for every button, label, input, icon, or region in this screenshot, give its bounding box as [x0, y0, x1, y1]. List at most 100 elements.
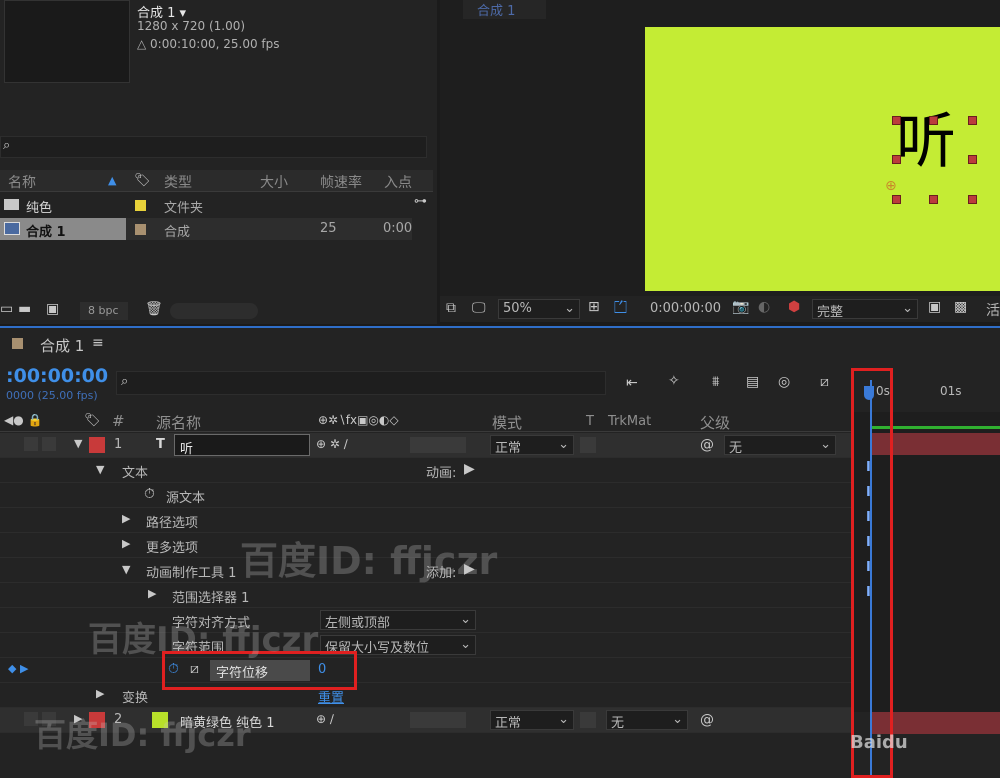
layer-switches-icons[interactable]: ⊕ ∕	[316, 712, 334, 726]
motion-blur-icon[interactable]: ◎	[778, 374, 790, 390]
switch-cells[interactable]	[410, 437, 466, 453]
path-options-row[interactable]: ▶ 路径选项	[0, 508, 852, 533]
char-range-row[interactable]: 字符范围 保留大小写及数位 ⌄	[0, 633, 852, 658]
bbox-handle[interactable]	[892, 195, 901, 204]
transparency-grid-icon[interactable]: ▩	[954, 299, 967, 315]
audio-toggle[interactable]	[42, 712, 56, 726]
col-source-name[interactable]: 源名称	[156, 412, 201, 433]
layer-row-2[interactable]: ▶ 2 暗黄绿色 纯色 1 ⊕ ∕ 正常 ⌄ 无 ⌄ @	[0, 708, 852, 733]
layer-label-swatch[interactable]	[89, 437, 105, 453]
mask-visibility-icon[interactable]: ⏍	[614, 298, 627, 318]
thumbnail-size-slider[interactable]	[170, 303, 258, 319]
expand-arrow-icon[interactable]: ▶	[74, 712, 82, 725]
draft-3d-icon[interactable]: ✧	[668, 373, 680, 389]
bbox-handle[interactable]	[968, 116, 977, 125]
char-align-row[interactable]: 字符对齐方式 左侧或顶部 ⌄	[0, 608, 852, 633]
region-of-interest-icon[interactable]: ▣	[928, 299, 941, 315]
transform-row[interactable]: ▶ 变换 重置	[0, 683, 852, 708]
label-color-swatch[interactable]	[135, 224, 146, 235]
shy-layers-icon[interactable]: ⩩	[712, 374, 719, 390]
viewer-timecode[interactable]: 0:00:00:00	[650, 301, 721, 316]
label-tag-icon[interactable]: 🏷	[84, 413, 101, 428]
pick-whip-icon[interactable]: @	[700, 437, 714, 453]
expand-arrow-icon[interactable]: ▶	[122, 537, 130, 550]
bbox-handle[interactable]	[892, 116, 901, 125]
layer-switches-icons[interactable]: ⊕ ✲ ∕	[316, 437, 348, 451]
resolution-select[interactable]: 完整 ⌄	[812, 299, 918, 320]
new-folder-icon[interactable]: ▬	[18, 301, 31, 317]
animate-menu-icon[interactable]: ▶	[464, 461, 475, 477]
frame-blending-icon[interactable]: ▤	[746, 374, 759, 390]
bpc-button[interactable]: 8 bpc	[80, 302, 128, 320]
bbox-handle[interactable]	[929, 116, 938, 125]
range-selector-row[interactable]: ▶ 范围选择器 1	[0, 583, 852, 608]
col-name[interactable]: 名称	[8, 172, 36, 192]
monitor-icon[interactable]: 🖵	[472, 300, 486, 316]
bbox-handle[interactable]	[968, 195, 977, 204]
timeline-tab[interactable]: 合成 1	[40, 335, 84, 356]
camera-icon[interactable]: 📷	[732, 299, 749, 315]
trash-icon[interactable]: 🗑	[145, 301, 163, 317]
expand-arrow-icon[interactable]: ▼	[96, 463, 104, 476]
blend-mode-select[interactable]: 正常 ⌄	[490, 435, 574, 456]
layer-label-swatch[interactable]	[89, 712, 105, 728]
panel-menu-icon[interactable]: ≡	[92, 335, 104, 351]
fit-frame-icon[interactable]: ⊞	[588, 299, 600, 315]
expand-arrow-icon[interactable]: ▶	[122, 512, 130, 525]
sort-asc-icon[interactable]: ▲	[108, 174, 116, 187]
label-tag-icon[interactable]: 🏷	[134, 173, 151, 188]
col-trkmat[interactable]: TrkMat	[608, 414, 651, 429]
more-options-row[interactable]: ▶ 更多选项	[0, 533, 852, 558]
expand-arrow-icon[interactable]: ▶	[96, 687, 104, 700]
layer-name-field[interactable]: 听	[174, 434, 310, 457]
expand-arrow-icon[interactable]: ▶	[148, 587, 156, 600]
timeline-search-input[interactable]: ⌕	[116, 371, 606, 395]
col-in[interactable]: 入点	[384, 172, 412, 192]
layer-row-1[interactable]: ▼ 1 T 听 ⊕ ✲ ∕ 正常 ⌄ @ 无 ⌄	[0, 433, 852, 458]
layer-name[interactable]: 暗黄绿色 纯色 1	[180, 712, 275, 731]
parent-select[interactable]: 无 ⌄	[724, 435, 836, 456]
rgb-channel-icon[interactable]: ⬢	[788, 299, 800, 315]
char-align-select[interactable]: 左侧或顶部 ⌄	[320, 610, 476, 631]
animator-row[interactable]: ▼ 动画制作工具 1 添加: ▶	[0, 558, 852, 583]
anchor-point-icon[interactable]: ⊕	[885, 178, 897, 194]
comp-mini-flowchart-icon[interactable]: ⇤	[626, 375, 638, 391]
project-search-input[interactable]: ⌕	[0, 136, 427, 158]
new-comp-icon[interactable]: ▣	[46, 301, 59, 317]
project-item-comp[interactable]: 合成 1 合成 25 0:00	[0, 218, 433, 240]
col-mode[interactable]: 模式	[492, 412, 522, 433]
zoom-select[interactable]: 50% ⌄	[498, 299, 580, 319]
audio-toggle[interactable]	[42, 437, 56, 451]
source-text-row[interactable]: ⏱ 源文本	[0, 483, 852, 508]
current-time[interactable]: :00:00:00	[6, 365, 108, 387]
av-features-icon[interactable]: ◀● 🔒	[4, 413, 42, 427]
always-preview-icon[interactable]: ⧉	[446, 300, 456, 316]
blend-mode-select[interactable]: 正常 ⌄	[490, 710, 574, 731]
trkmat-select[interactable]: 无 ⌄	[606, 710, 688, 731]
switches-icons[interactable]: ⊕✲∖fx▣◎◐◇	[318, 413, 399, 427]
label-color-swatch[interactable]	[135, 200, 146, 211]
text-group-row[interactable]: ▼ 文本 动画: ▶	[0, 458, 852, 483]
graph-editor-icon[interactable]: ⧄	[820, 374, 829, 390]
col-fps[interactable]: 帧速率	[320, 172, 362, 192]
text-layer-preview[interactable]: 听	[896, 112, 956, 172]
video-toggle[interactable]	[24, 712, 38, 726]
expand-arrow-icon[interactable]: ▼	[122, 563, 130, 576]
add-menu-icon[interactable]: ▶	[464, 561, 475, 577]
viewer-tab[interactable]: 合成 1	[463, 0, 546, 19]
char-offset-row[interactable]: ◆ ▶ ⏱ ⧄ 字符位移 0	[0, 658, 852, 683]
col-size[interactable]: 大小	[260, 172, 288, 192]
project-item-folder[interactable]: 纯色 文件夹	[0, 194, 433, 216]
keyframe-nav-icon[interactable]: ◆ ▶	[8, 662, 28, 675]
col-parent[interactable]: 父级	[700, 412, 730, 433]
video-toggle[interactable]	[24, 437, 38, 451]
pick-whip-icon[interactable]: @	[700, 712, 714, 728]
interpret-footage-icon[interactable]: ▭	[0, 301, 13, 317]
stopwatch-icon[interactable]: ⏱	[144, 486, 155, 502]
col-type[interactable]: 类型	[164, 172, 192, 192]
bbox-handle[interactable]	[968, 155, 977, 164]
color-channel-icon[interactable]: ◐	[758, 299, 770, 315]
switch-cells[interactable]	[410, 712, 466, 728]
bbox-handle[interactable]	[892, 155, 901, 164]
bbox-handle[interactable]	[929, 195, 938, 204]
